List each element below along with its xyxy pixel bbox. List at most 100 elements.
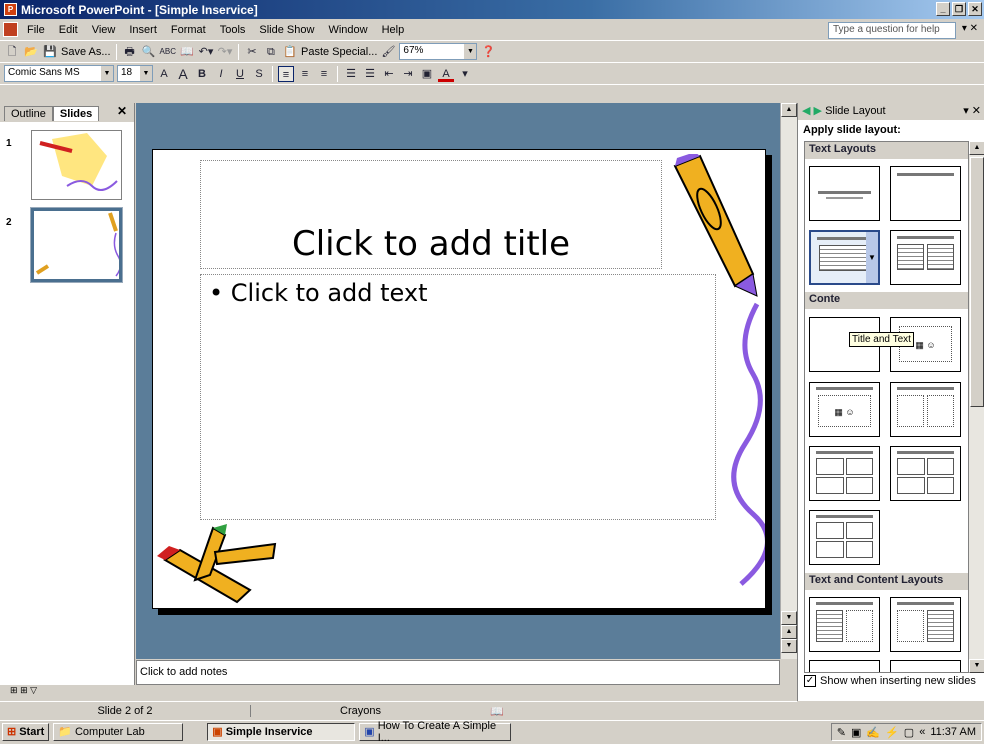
chevron-down-icon[interactable]: ▼ <box>140 66 152 81</box>
tab-slides[interactable]: Slides <box>52 106 100 121</box>
title-placeholder[interactable]: Click to add title <box>200 160 662 269</box>
layout-title-content-over-text[interactable] <box>890 660 961 672</box>
undo-icon[interactable]: ↶▾ <box>198 44 214 60</box>
menu-insert[interactable]: Insert <box>122 24 164 36</box>
menu-help[interactable]: Help <box>375 24 412 36</box>
print-preview-icon[interactable]: 🔍 <box>141 44 157 60</box>
menu-format[interactable]: Format <box>164 24 213 36</box>
scroll-up-icon[interactable]: ▲ <box>969 141 984 155</box>
restore-button[interactable]: ❐ <box>952 2 966 16</box>
design-icon[interactable]: ▣ <box>419 66 435 82</box>
help-search-input[interactable]: Type a question for help <box>828 22 956 39</box>
menu-edit[interactable]: Edit <box>52 24 85 36</box>
align-left-icon[interactable]: ≡ <box>278 65 294 82</box>
save-as-button[interactable]: Save As... <box>61 46 111 58</box>
tray-app-icon[interactable]: ✍ <box>866 726 880 739</box>
layout-title-slide[interactable] <box>809 166 880 221</box>
layout-title-only[interactable] <box>890 166 961 221</box>
menu-window[interactable]: Window <box>321 24 374 36</box>
menu-view[interactable]: View <box>85 24 123 36</box>
paste-icon[interactable]: 📋 <box>282 44 298 60</box>
redo-icon[interactable]: ↷▾ <box>217 44 233 60</box>
research-icon[interactable]: 📖 <box>179 44 195 60</box>
help-icon[interactable]: ❓ <box>480 44 496 60</box>
numbering-icon[interactable]: ☰ <box>343 66 359 82</box>
tray-app-icon[interactable]: ▣ <box>851 726 861 739</box>
powerpoint-app-icon[interactable]: P <box>4 3 17 16</box>
task-pane-scrollbar[interactable]: ▲ ▼ <box>969 141 984 673</box>
print-icon[interactable]: 🖶 <box>122 44 138 60</box>
bullets-icon[interactable]: ☰ <box>362 66 378 82</box>
italic-icon[interactable]: I <box>213 66 229 82</box>
chevron-down-icon[interactable]: ▼ <box>101 66 113 81</box>
close-button[interactable]: ✕ <box>968 2 982 16</box>
decrease-font-icon[interactable]: A <box>175 66 191 82</box>
notes-pane[interactable]: Click to add notes <box>136 660 780 685</box>
toolbar-options-icon[interactable]: ▾ <box>457 66 473 82</box>
scroll-up-icon[interactable]: ▲ <box>781 103 797 117</box>
task-pane-menu-icon[interactable]: ▾ ✕ <box>963 104 981 117</box>
layout-title-two-content[interactable] <box>890 382 961 437</box>
show-when-inserting-checkbox[interactable]: ✓ Show when inserting new slides <box>804 675 976 687</box>
previous-slide-icon[interactable]: ▲ <box>781 625 797 639</box>
layout-title-and-text[interactable]: ▼ <box>809 230 880 285</box>
close-icon[interactable]: ✕ <box>117 104 127 118</box>
layout-title-two-over-content[interactable] <box>890 446 961 501</box>
body-placeholder[interactable]: • Click to add text <box>200 274 716 520</box>
increase-indent-icon[interactable]: ⇥ <box>400 66 416 82</box>
layout-title-four-content[interactable] <box>809 510 880 565</box>
layout-title-content-text[interactable] <box>890 597 961 652</box>
align-right-icon[interactable]: ≡ <box>316 66 332 82</box>
layout-title-text-over-content[interactable] <box>809 660 880 672</box>
taskbar-item-simple-inservice[interactable]: ▣ Simple Inservice <box>207 722 356 741</box>
copy-icon[interactable]: ⧉ <box>263 44 279 60</box>
help-close-icon[interactable]: ▾ ✕ <box>962 23 978 34</box>
scroll-down-icon[interactable]: ▼ <box>781 611 797 625</box>
paste-special-button[interactable]: Paste Special... <box>301 46 377 58</box>
save-icon[interactable]: 💾 <box>42 44 58 60</box>
tab-outline[interactable]: Outline <box>4 106 53 121</box>
increase-font-icon[interactable]: A <box>156 66 172 82</box>
underline-icon[interactable]: U <box>232 66 248 82</box>
cut-icon[interactable]: ✂ <box>244 44 260 60</box>
font-select[interactable]: Comic Sans MS ▼ <box>4 65 114 82</box>
slide-scrollbar[interactable]: ▲ ▼ ▲ ▼ <box>780 103 797 659</box>
align-center-icon[interactable]: ≡ <box>297 66 313 82</box>
layout-title-text-content[interactable] <box>809 597 880 652</box>
tray-app-icon[interactable]: ▢ <box>904 726 914 739</box>
layout-title-content[interactable]: ▦ ☺ <box>809 382 880 437</box>
sorter-view-icon[interactable]: ⊞ <box>20 685 28 695</box>
format-painter-icon[interactable]: 🖌 <box>380 44 396 60</box>
bold-icon[interactable]: B <box>194 66 210 82</box>
slide-thumbnail-2[interactable] <box>30 207 123 283</box>
document-icon[interactable] <box>3 22 18 37</box>
start-button[interactable]: ⊞ Start <box>2 722 50 741</box>
back-icon[interactable]: ◀ <box>802 105 810 117</box>
shadow-icon[interactable]: S <box>251 66 267 82</box>
taskbar-item-computer-lab[interactable]: 📁 Computer Lab <box>53 722 184 741</box>
spelling-status-icon[interactable]: 📖 <box>490 705 504 718</box>
layout-title-two-column-text[interactable] <box>890 230 961 285</box>
tray-expand-icon[interactable]: « <box>919 726 925 738</box>
taskbar-item-how-to-create[interactable]: ▣ How To Create A Simple I... <box>359 720 512 744</box>
menu-tools[interactable]: Tools <box>213 24 253 36</box>
minimize-button[interactable]: _ <box>936 2 950 16</box>
font-size-select[interactable]: 18 ▼ <box>117 65 153 82</box>
scroll-down-icon[interactable]: ▼ <box>969 659 984 673</box>
next-slide-icon[interactable]: ▼ <box>781 639 797 653</box>
chevron-down-icon[interactable]: ▼ <box>464 44 477 59</box>
layout-title-content-over-two[interactable] <box>809 446 880 501</box>
decrease-indent-icon[interactable]: ⇤ <box>381 66 397 82</box>
tray-app-icon[interactable]: ⚡ <box>885 726 899 739</box>
open-icon[interactable]: 📂 <box>23 44 39 60</box>
scroll-thumb[interactable] <box>970 157 984 407</box>
checkbox-icon[interactable]: ✓ <box>804 675 816 687</box>
slideshow-view-icon[interactable]: ▽ <box>30 685 37 695</box>
new-icon[interactable]: 🗋 <box>4 44 20 60</box>
spelling-icon[interactable]: ABC <box>160 44 176 60</box>
zoom-select[interactable]: 67% ▼ <box>399 43 478 60</box>
chevron-down-icon[interactable]: ▼ <box>866 232 878 283</box>
slide-thumbnail-1[interactable] <box>31 130 122 200</box>
tray-app-icon[interactable]: ✎ <box>837 726 846 739</box>
menu-slide-show[interactable]: Slide Show <box>252 24 321 36</box>
